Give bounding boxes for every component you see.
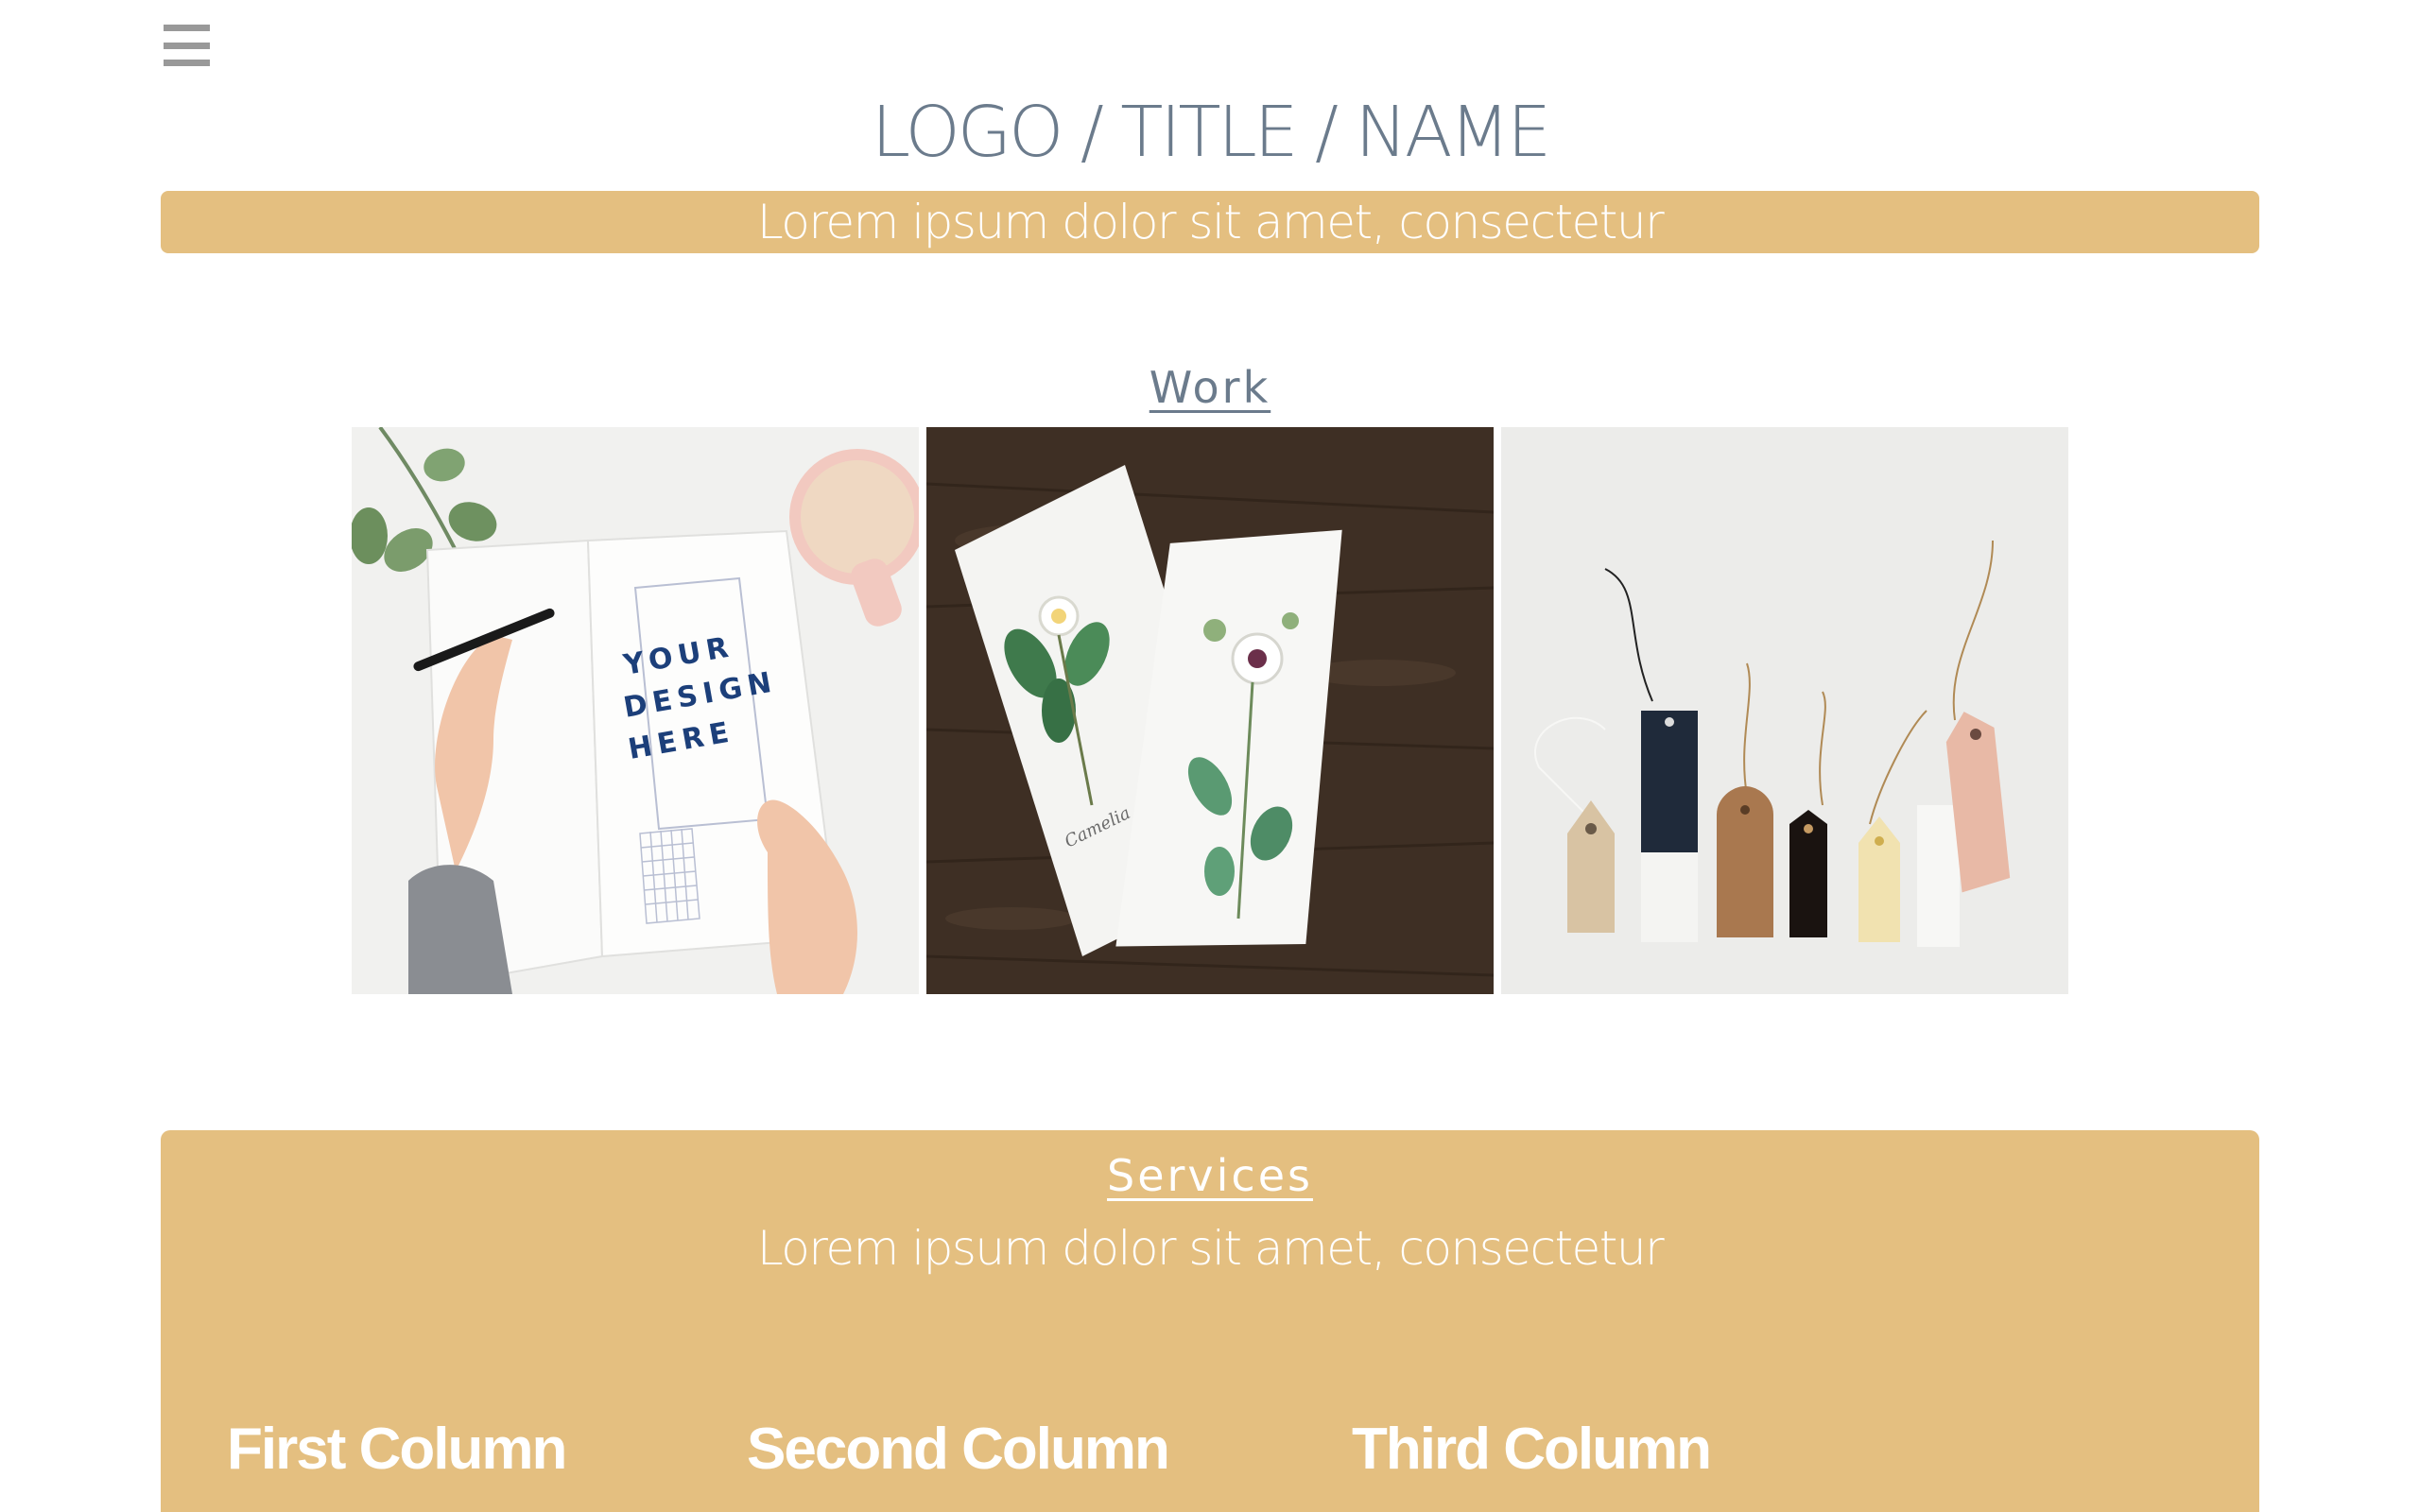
menu-bar	[164, 42, 210, 49]
tag-white	[1917, 805, 1960, 947]
services-heading: Services	[161, 1145, 2259, 1206]
botanical-cards-image[interactable]: Camelia	[926, 427, 1494, 994]
tag-navy	[1641, 711, 1698, 942]
work-section-heading: Work	[0, 357, 2420, 418]
third-column-title: Third Column	[1352, 1417, 1712, 1482]
tag-kraft-scalloped	[1717, 786, 1773, 937]
tag-yellow	[1858, 816, 1900, 942]
first-column-title: First Column	[227, 1417, 567, 1482]
services-link[interactable]: Services	[1107, 1150, 1313, 1201]
notebook-mockup-image[interactable]: YOUR DESIGN HERE	[352, 427, 919, 994]
work-gallery: YOUR DESIGN HERE Camelia	[352, 427, 2068, 994]
menu-bar	[164, 60, 210, 66]
menu-bar	[164, 25, 210, 31]
tagline-text: Lorem ipsum dolor sit amet, consectetur	[756, 195, 1665, 249]
site-logo-title[interactable]: LOGO / TITLE / NAME	[0, 87, 2420, 178]
page: LOGO / TITLE / NAME Lorem ipsum dolor si…	[0, 0, 2420, 1512]
second-column-title: Second Column	[747, 1417, 1170, 1482]
kraft-tags-image[interactable]	[1501, 427, 2068, 994]
services-subtitle: Lorem ipsum dolor sit amet, consectetur	[756, 1221, 1665, 1276]
hamburger-menu-icon[interactable]	[164, 25, 210, 66]
work-link[interactable]: Work	[1150, 362, 1270, 413]
tagline-banner: Lorem ipsum dolor sit amet, consectetur	[161, 191, 2259, 253]
tag-black	[1789, 810, 1827, 937]
services-section: Services Lorem ipsum dolor sit amet, con…	[161, 1130, 2259, 1512]
